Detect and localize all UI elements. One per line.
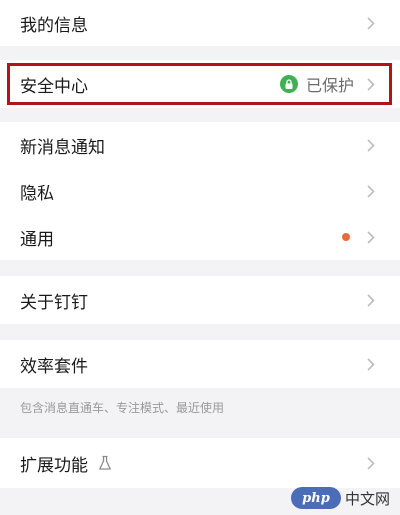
row-new-message-notify[interactable]: 新消息通知 — [0, 122, 400, 168]
row-about[interactable]: 关于钉钉 — [0, 276, 400, 324]
group-efficiency: 效率套件 — [0, 340, 400, 388]
group-general: 新消息通知 隐私 通用 — [0, 122, 400, 260]
security-status-text: 已保护 — [305, 76, 354, 95]
chevron-right-icon — [364, 230, 378, 244]
group-security: 安全中心 已保护 — [0, 60, 400, 108]
chevron-right-icon — [364, 456, 378, 470]
watermark: php 中文网 — [290, 487, 390, 509]
chevron-right-icon — [364, 357, 378, 371]
row-efficiency-suite[interactable]: 效率套件 — [0, 340, 400, 388]
group-about: 关于钉钉 — [0, 276, 400, 324]
efficiency-description: 包含消息直通车、专注模式、最近使用 — [20, 400, 225, 415]
row-extensions[interactable]: 扩展功能 — [0, 438, 400, 488]
row-security-center[interactable]: 安全中心 已保护 — [0, 60, 400, 108]
privacy-label: 隐私 — [20, 183, 54, 204]
chevron-right-icon — [364, 77, 378, 91]
watermark-logo: php — [290, 487, 341, 509]
watermark-text: 中文网 — [344, 489, 390, 508]
chevron-right-icon — [364, 138, 378, 152]
group-extensions: 扩展功能 — [0, 438, 400, 488]
chevron-right-icon — [364, 184, 378, 198]
about-label: 关于钉钉 — [20, 292, 88, 313]
efficiency-suite-label: 效率套件 — [20, 356, 88, 377]
security-status: 已保护 — [279, 72, 354, 96]
row-privacy[interactable]: 隐私 — [0, 168, 400, 214]
general-label: 通用 — [20, 229, 54, 250]
chevron-right-icon — [364, 16, 378, 30]
row-general[interactable]: 通用 — [0, 214, 400, 260]
chevron-right-icon — [364, 293, 378, 307]
my-info-label: 我的信息 — [20, 15, 88, 36]
notification-dot — [342, 233, 350, 241]
security-center-label: 安全中心 — [20, 76, 88, 97]
flask-icon — [98, 455, 112, 471]
extensions-label: 扩展功能 — [20, 455, 88, 476]
new-message-notify-label: 新消息通知 — [20, 137, 105, 158]
row-my-info[interactable]: 我的信息 — [0, 0, 400, 46]
group-profile: 我的信息 — [0, 0, 400, 46]
lock-shield-icon — [279, 75, 298, 93]
